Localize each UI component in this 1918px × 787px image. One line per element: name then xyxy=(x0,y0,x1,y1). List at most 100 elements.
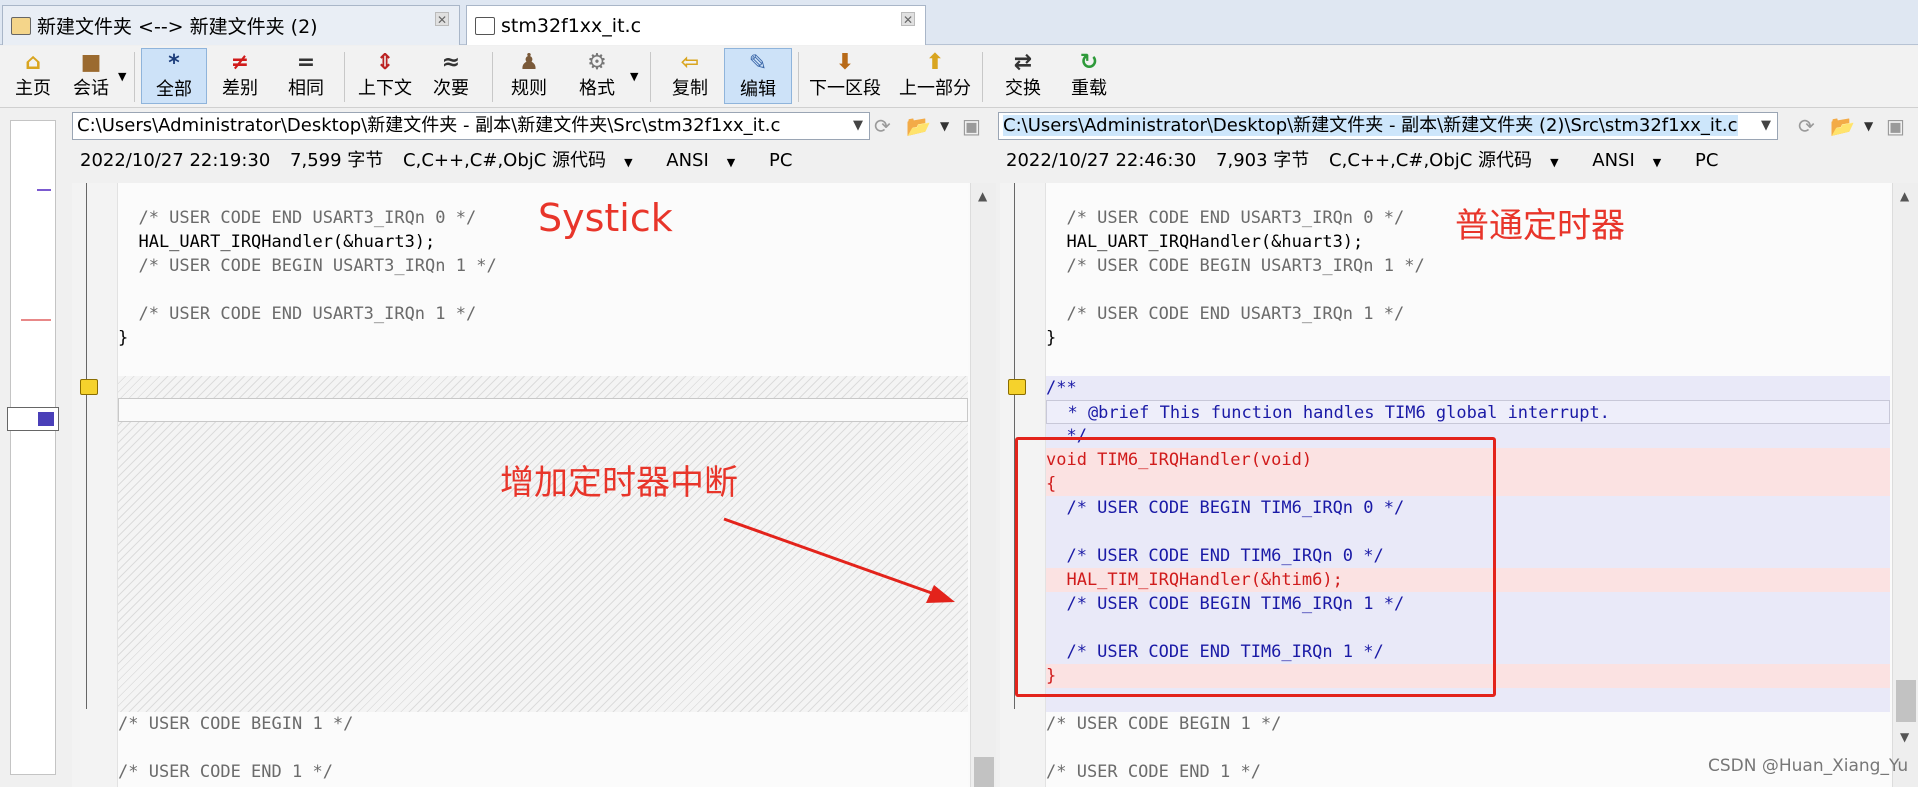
close-icon[interactable]: ✕ xyxy=(435,12,449,27)
overview-marker xyxy=(21,319,51,321)
format-button[interactable]: ⚙ 格式 xyxy=(566,48,628,104)
show-all-button[interactable]: * 全部 xyxy=(141,48,207,104)
arrow-left-icon: ⇦ xyxy=(680,50,700,75)
right-line-end[interactable]: PC xyxy=(1695,150,1718,171)
reload-button[interactable]: ↻ 重载 xyxy=(1062,48,1116,104)
context-icon: ⇕ xyxy=(375,50,395,75)
tab-file-compare[interactable]: stm32f1xx_it.c ✕ xyxy=(466,5,926,45)
right-size: 7,903 字节 xyxy=(1216,150,1310,171)
cursor-line xyxy=(118,398,968,422)
right-language-select[interactable]: C,C++,C#,ObjC 源代码 ▼ xyxy=(1329,150,1572,171)
edit-icon: ✎ xyxy=(748,51,768,76)
divider xyxy=(982,52,983,102)
right-encoding-select[interactable]: ANSI ▼ xyxy=(1592,150,1675,171)
refresh-icon[interactable]: ⟳ xyxy=(874,114,891,138)
tab-folder-compare[interactable]: 新建文件夹 <--> 新建文件夹 (2) ✕ xyxy=(2,5,460,45)
arrow-up-icon: ⬆ xyxy=(925,50,945,75)
chevron-down-icon[interactable]: ▼ xyxy=(940,114,949,138)
annotation-systick: Systick xyxy=(538,196,673,240)
missing-lines-block xyxy=(118,376,968,712)
minor-button[interactable]: ≈ 次要 xyxy=(424,48,478,104)
left-line-end[interactable]: PC xyxy=(769,150,792,171)
right-datetime: 2022/10/27 22:46:30 xyxy=(1006,150,1197,171)
code-line: /* USER CODE END USART3_IRQn 1 */ xyxy=(1046,304,1405,324)
session-button[interactable]: ■ 会话 xyxy=(66,48,116,104)
scroll-thumb[interactable] xyxy=(974,757,994,787)
open-folder-icon[interactable]: 📂 xyxy=(1830,114,1855,138)
referee-icon: ♟ xyxy=(519,50,539,75)
divider xyxy=(492,52,493,102)
not-equal-icon: ≠ xyxy=(230,50,250,75)
right-scrollbar[interactable]: ▲ ▼ xyxy=(1892,183,1918,787)
refresh-icon[interactable]: ⟳ xyxy=(1798,114,1815,138)
chevron-down-icon[interactable]: ▼ xyxy=(118,70,126,83)
tab-label: stm32f1xx_it.c xyxy=(501,14,642,37)
scroll-up-icon[interactable]: ▲ xyxy=(1900,189,1909,203)
code-line: * @brief This function handles TIM6 glob… xyxy=(1046,400,1890,424)
chevron-down-icon[interactable]: ▼ xyxy=(1761,113,1771,139)
section-bracket xyxy=(86,183,87,709)
next-section-button[interactable]: ⬇ 下一区段 xyxy=(806,48,884,104)
asterisk-icon: * xyxy=(168,51,180,76)
home-button[interactable]: ⌂ 主页 xyxy=(8,48,58,104)
left-encoding-select[interactable]: ANSI ▼ xyxy=(666,150,749,171)
left-path-text: C:\Users\Administrator\Desktop\新建文件夹 - 副… xyxy=(77,115,781,136)
chevron-down-icon[interactable]: ▼ xyxy=(630,70,638,83)
viewport-marker xyxy=(38,412,54,426)
copy-button[interactable]: ⇦ 复制 xyxy=(660,48,720,104)
chevron-down-icon[interactable]: ▼ xyxy=(1864,114,1873,138)
divider xyxy=(134,52,135,102)
gear-icon: ⚙ xyxy=(587,50,607,75)
edit-button[interactable]: ✎ 编辑 xyxy=(724,48,792,104)
reload-icon: ↻ xyxy=(1079,50,1099,75)
left-gutter xyxy=(72,183,118,787)
chevron-down-icon[interactable]: ▼ xyxy=(853,113,863,139)
tab-label: 新建文件夹 <--> 新建文件夹 (2) xyxy=(37,16,318,38)
current-diff-arrow-icon xyxy=(80,379,98,395)
save-icon[interactable]: ▣ xyxy=(1886,114,1905,138)
code-line: } xyxy=(118,328,129,348)
rules-button[interactable]: ♟ 规则 xyxy=(500,48,558,104)
divider xyxy=(650,52,651,102)
prev-section-button[interactable]: ⬆ 上一部分 xyxy=(896,48,974,104)
diff-overview-strip[interactable] xyxy=(7,120,59,775)
equal-icon: = xyxy=(296,50,316,75)
divider xyxy=(798,52,799,102)
overview-marker xyxy=(37,189,51,191)
scroll-up-icon[interactable]: ▲ xyxy=(978,189,987,203)
file-icon xyxy=(475,16,495,35)
folder-icon xyxy=(11,16,31,35)
approx-icon: ≈ xyxy=(441,50,461,75)
show-diffs-button[interactable]: ≠ 差别 xyxy=(212,48,268,104)
code-line: } xyxy=(1046,328,1057,348)
show-same-button[interactable]: = 相同 xyxy=(278,48,334,104)
home-icon: ⌂ xyxy=(25,50,41,75)
code-line: /* USER CODE END 1 */ xyxy=(118,762,333,782)
right-path-field[interactable]: C:\Users\Administrator\Desktop\新建文件夹 - 副… xyxy=(998,112,1778,140)
highlight-box xyxy=(1015,437,1496,697)
right-file-info: 2022/10/27 22:46:30 7,903 字节 C,C++,C#,Ob… xyxy=(1006,148,1732,174)
current-diff-arrow-icon xyxy=(1008,379,1026,395)
close-icon[interactable]: ✕ xyxy=(901,12,915,27)
open-folder-icon[interactable]: 📂 xyxy=(906,114,931,138)
left-scrollbar[interactable]: ▲ xyxy=(970,183,996,787)
context-button[interactable]: ⇕ 上下文 xyxy=(352,48,418,104)
overview-viewport[interactable] xyxy=(7,407,59,431)
code-line: /* USER CODE BEGIN USART3_IRQn 1 */ xyxy=(118,256,497,276)
scroll-down-icon[interactable]: ▼ xyxy=(1900,730,1909,744)
swap-button[interactable]: ⇄ 交换 xyxy=(996,48,1050,104)
watermark: CSDN @Huan_Xiang_Yu xyxy=(1708,756,1909,776)
tab-bar: 新建文件夹 <--> 新建文件夹 (2) ✕ stm32f1xx_it.c ✕ xyxy=(0,0,1918,45)
left-language-select[interactable]: C,C++,C#,ObjC 源代码 ▼ xyxy=(403,150,646,171)
swap-icon: ⇄ xyxy=(1013,50,1033,75)
left-path-field[interactable]: C:\Users\Administrator\Desktop\新建文件夹 - 副… xyxy=(72,112,870,140)
scroll-thumb[interactable] xyxy=(1896,680,1916,722)
arrow-down-icon: ⬇ xyxy=(835,50,855,75)
divider xyxy=(344,52,345,102)
save-icon[interactable]: ▣ xyxy=(962,114,981,138)
right-path-text: C:\Users\Administrator\Desktop\新建文件夹 - 副… xyxy=(1003,115,1738,136)
annotation-add-interrupt: 增加定时器中断 xyxy=(500,463,738,503)
